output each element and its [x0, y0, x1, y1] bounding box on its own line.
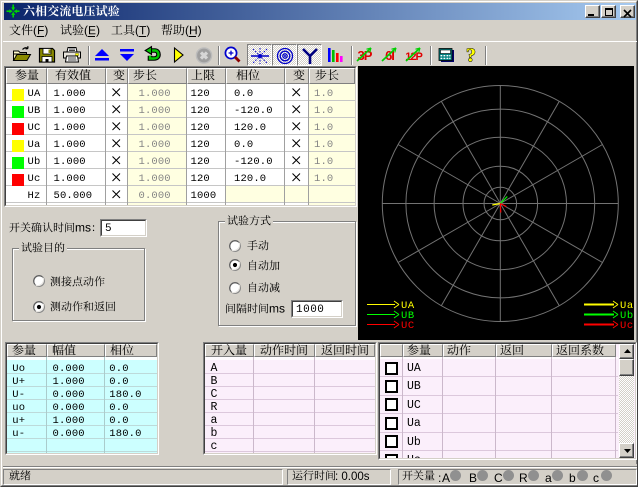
svg-text:UC: UC [401, 320, 415, 332]
svg-text:Uc: Uc [620, 320, 634, 332]
svg-text:?: ? [466, 45, 476, 67]
